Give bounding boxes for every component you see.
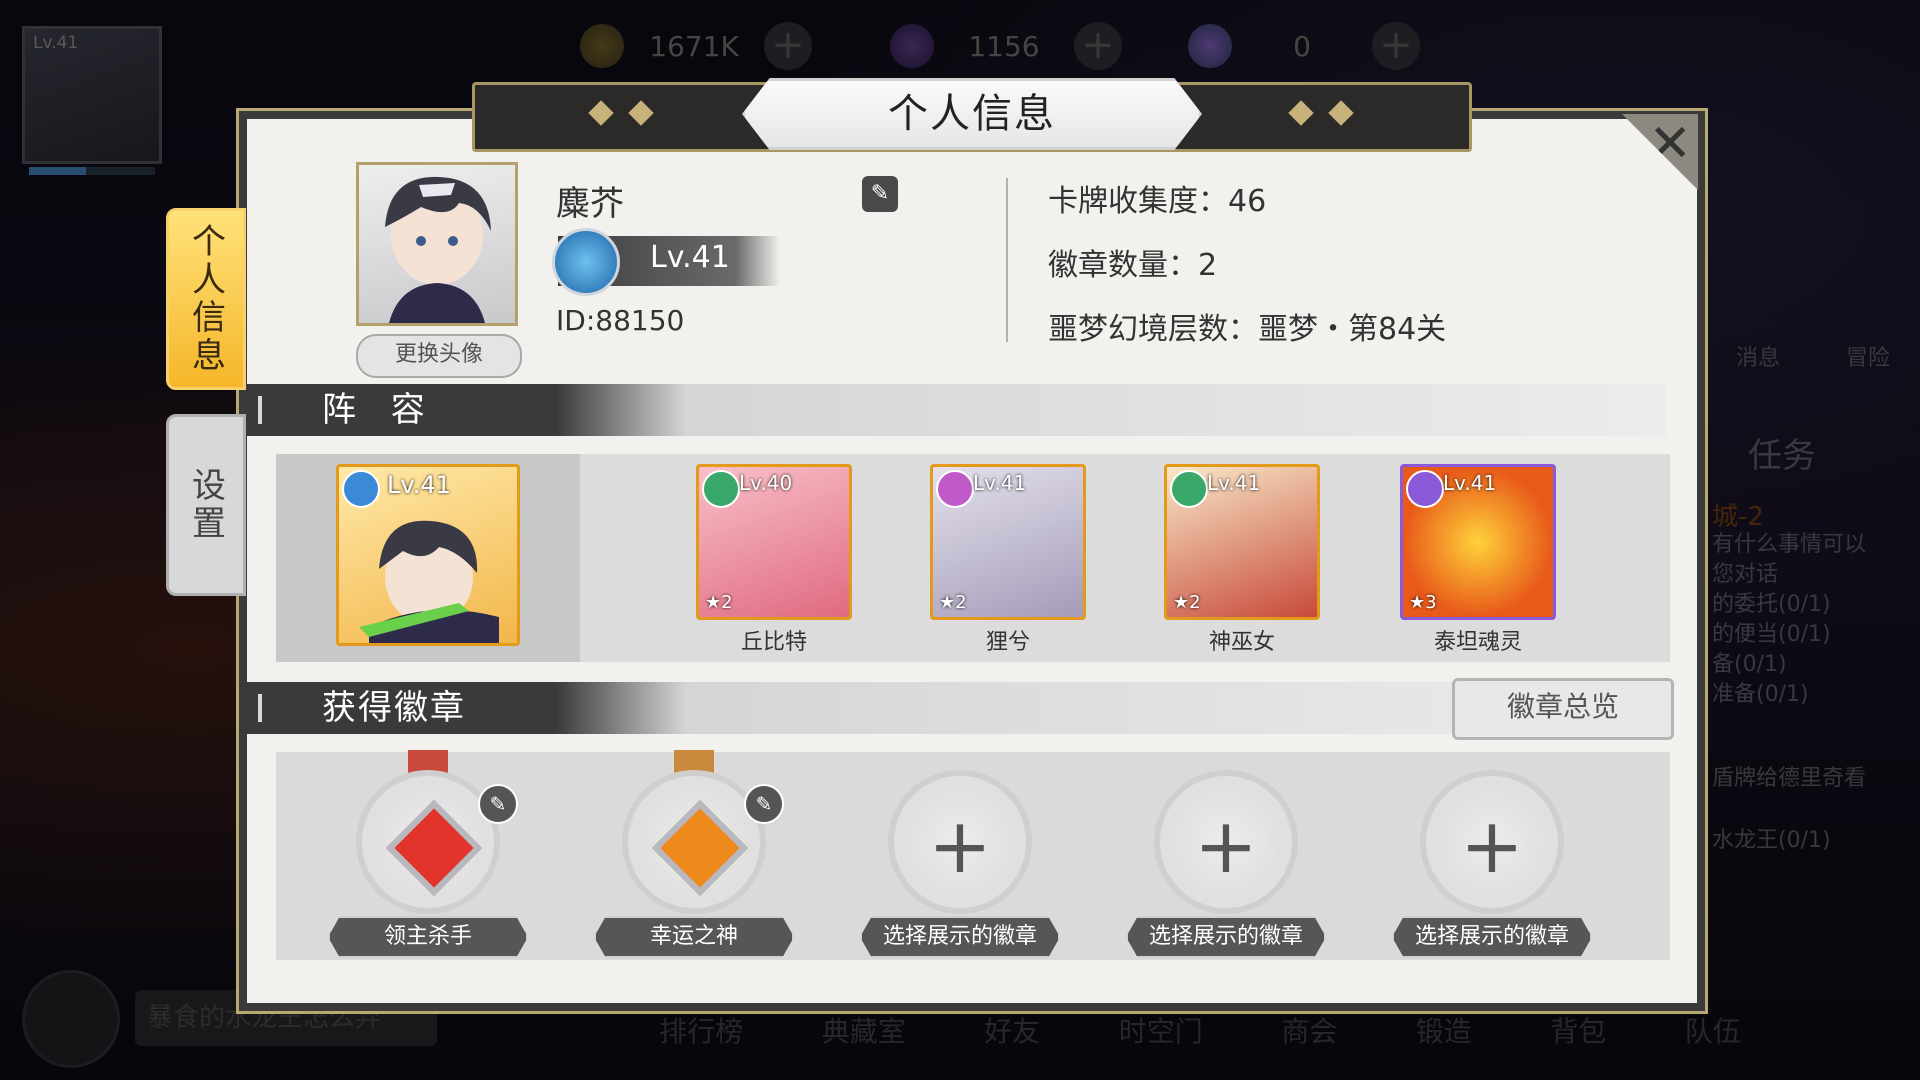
card-stars: ★2 bbox=[705, 592, 733, 613]
add-badge-icon: + bbox=[1194, 801, 1258, 890]
hero-card[interactable]: Lv.40 ★2 bbox=[696, 464, 852, 620]
avatar-portrait bbox=[385, 176, 491, 323]
hero-name: 丘比特 bbox=[740, 630, 807, 655]
change-avatar-button[interactable]: 更换头像 bbox=[356, 334, 522, 378]
hero-card[interactable]: Lv.41 ★3 bbox=[1400, 464, 1556, 620]
badge-label: 幸运之神 bbox=[594, 916, 794, 958]
panel-title-bar: 个人信息 bbox=[472, 78, 1472, 152]
player-id: ID:88150 bbox=[556, 304, 685, 337]
badge-label: 领主杀手 bbox=[328, 916, 528, 958]
card-level: Lv.40 bbox=[739, 471, 793, 495]
hero-name: 狸兮 bbox=[985, 630, 1030, 655]
badges-title: 获得徽章 bbox=[322, 688, 466, 728]
edit-badge-button[interactable]: ✎ bbox=[478, 784, 518, 824]
card-level: Lv.41 bbox=[1207, 471, 1261, 495]
class-emblem-icon bbox=[552, 228, 620, 296]
player-name: 麋芥 bbox=[556, 184, 624, 224]
class-icon bbox=[342, 470, 380, 508]
leader-card[interactable]: Lv.41 bbox=[336, 464, 520, 646]
hero-name: 泰坦魂灵 bbox=[1433, 630, 1522, 655]
level-badge: Lv.41 bbox=[552, 228, 780, 296]
add-badge-icon: + bbox=[1460, 801, 1524, 890]
lineup-title: 阵 容 bbox=[322, 390, 437, 430]
divider bbox=[1006, 178, 1008, 342]
pencil-icon: ✎ bbox=[870, 181, 890, 206]
class-icon bbox=[1170, 470, 1208, 508]
hero-card[interactable]: Lv.41 ★2 bbox=[1164, 464, 1320, 620]
add-badge-icon: + bbox=[928, 801, 992, 890]
edit-badge-button[interactable]: ✎ bbox=[744, 784, 784, 824]
edit-name-button[interactable]: ✎ bbox=[862, 176, 898, 212]
class-icon bbox=[702, 470, 740, 508]
card-level: Lv.41 bbox=[973, 471, 1027, 495]
class-icon bbox=[936, 470, 974, 508]
tab-personal-info[interactable]: 个人信息 bbox=[166, 208, 246, 390]
header-accent bbox=[258, 396, 262, 424]
panel-title: 个人信息 bbox=[888, 91, 1056, 137]
player-avatar[interactable] bbox=[356, 162, 518, 326]
card-stars: ★2 bbox=[1173, 592, 1201, 613]
class-icon bbox=[1406, 470, 1444, 508]
header-accent bbox=[258, 694, 262, 722]
lineup-header: 阵 容 bbox=[246, 384, 1666, 436]
card-stars: ★2 bbox=[939, 592, 967, 613]
hero-card[interactable]: Lv.41 ★2 bbox=[930, 464, 1086, 620]
badge-overview-button[interactable]: 徽章总览 bbox=[1452, 678, 1674, 740]
tab-settings[interactable]: 设置 bbox=[166, 414, 246, 596]
badge-label: 选择展示的徽章 bbox=[1126, 916, 1326, 958]
badge-count-stat: 徽章数量：2 bbox=[1048, 248, 1218, 283]
hero-name: 神巫女 bbox=[1208, 630, 1275, 655]
player-level: Lv.41 bbox=[650, 240, 730, 275]
leader-portrait bbox=[359, 520, 499, 643]
card-level: Lv.41 bbox=[1443, 471, 1497, 495]
nightmare-stat: 噩梦幻境层数：噩梦・第84关 bbox=[1048, 312, 1447, 347]
card-collection-stat: 卡牌收集度：46 bbox=[1048, 184, 1267, 219]
badge-label: 选择展示的徽章 bbox=[1392, 916, 1592, 958]
badge-label: 选择展示的徽章 bbox=[860, 916, 1060, 958]
card-level: Lv.41 bbox=[387, 471, 451, 499]
card-stars: ★3 bbox=[1409, 592, 1437, 613]
